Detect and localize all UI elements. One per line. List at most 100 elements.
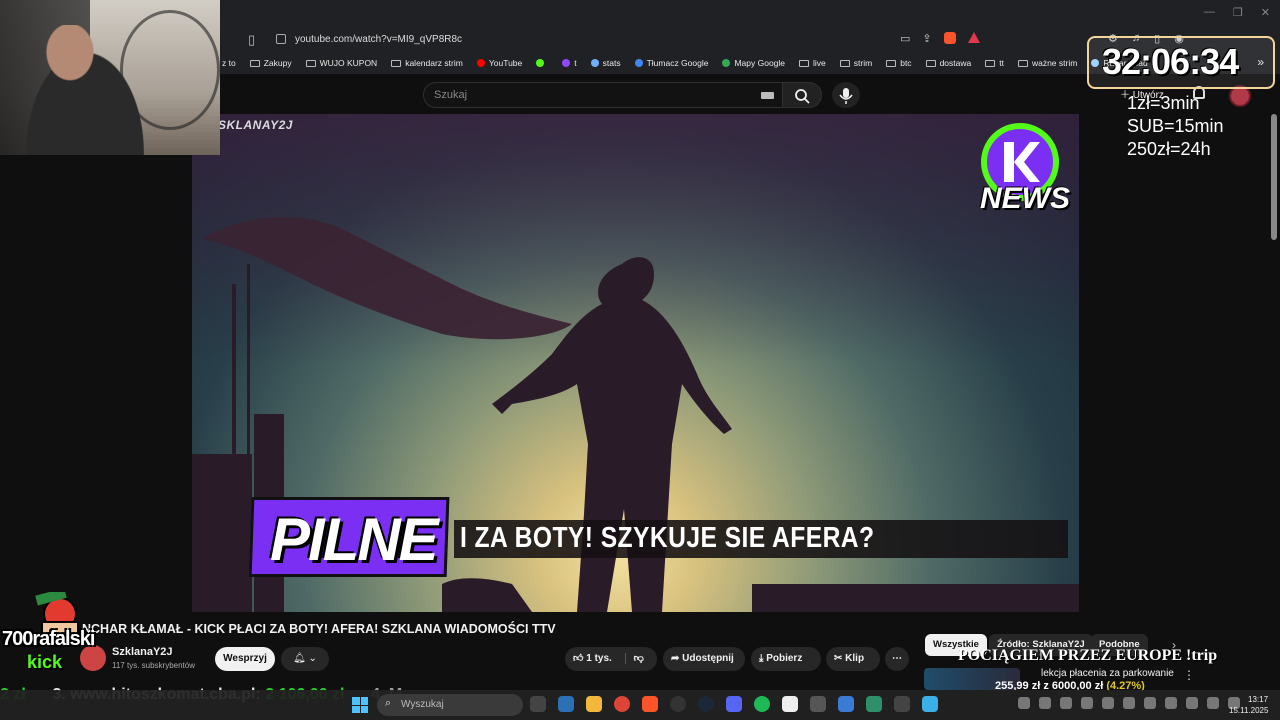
bookmark-item[interactable]: ważne strim [1017, 58, 1078, 68]
url-text[interactable]: youtube.com/watch?v=MI9_qVP8R8c [295, 34, 462, 45]
subscriber-count: 117 tys. subskrybentów [112, 661, 196, 670]
clip-button[interactable]: ✂ Klip [826, 647, 880, 671]
bookmark-item[interactable] [536, 59, 548, 67]
share-page-icon[interactable]: ⇪ [922, 32, 931, 45]
bookmark-item[interactable]: YouTube [476, 58, 523, 68]
tray-app-icon[interactable] [1144, 697, 1156, 709]
bookmark-item[interactable]: Zakupy [249, 58, 292, 68]
tray-app-icon[interactable] [1081, 697, 1093, 709]
bookmark-label: Mapy Google [734, 58, 786, 68]
bookmark-label: YouTube [488, 58, 523, 68]
thumbs-up-icon: 👍︎ [573, 653, 584, 664]
tray-app-icon[interactable] [1039, 697, 1051, 709]
tray-expand-icon[interactable] [1018, 697, 1030, 709]
task-view-icon[interactable] [530, 696, 546, 712]
app-icon[interactable] [894, 696, 910, 712]
bookmark-item[interactable]: z to [222, 58, 236, 68]
folder-icon [799, 59, 810, 67]
tray-app-icon[interactable] [1123, 697, 1135, 709]
minimize-icon[interactable]: — [1204, 6, 1215, 19]
kick-wordmark: kick [27, 652, 63, 672]
bookmark-item[interactable]: strim [839, 58, 872, 68]
folder-icon [925, 59, 936, 67]
recommended-more-icon[interactable]: ⋮ [1183, 668, 1195, 682]
rule-line: 1zł=3min [1127, 93, 1200, 113]
subscription-bell-button[interactable]: 🔔︎ ⌄ [281, 647, 329, 671]
window-controls: — ❐ ✕ [1204, 6, 1270, 19]
bookmark-item[interactable]: btc [886, 58, 912, 68]
trip-overlay-text: POCIĄGIEM PRZEZ EUROPE !trip [958, 647, 1218, 664]
bookmark-item[interactable]: kalendarz strim [391, 58, 463, 68]
share-icon: ➦ [671, 653, 680, 664]
like-button[interactable]: 👍︎ 1 tys. [565, 653, 612, 664]
voice-search-button[interactable] [832, 82, 860, 108]
webcam-overlay [0, 0, 220, 155]
app-icon[interactable] [810, 696, 826, 712]
twitch-icon [562, 59, 571, 67]
download-button[interactable]: ⤓ Pobierz [751, 647, 821, 671]
streamer-name: 700rafalski [2, 628, 95, 650]
folder-icon [985, 59, 996, 67]
support-button[interactable]: Wesprzyj [215, 647, 275, 671]
timer-rules: 1zł=3min SUB=15min 250zł=24h [1127, 92, 1224, 161]
controller-icon[interactable] [782, 696, 798, 712]
bookmark-label: live [813, 58, 826, 68]
stats-icon [590, 59, 599, 67]
channel-name[interactable]: SzklanaY2J [112, 646, 173, 658]
brave-icon[interactable] [642, 696, 658, 712]
search-input[interactable] [423, 82, 788, 108]
network-icon[interactable] [1207, 697, 1219, 709]
dislike-button[interactable]: 👎︎ [624, 653, 644, 664]
chevron-down-icon: ⌄ [308, 653, 317, 664]
bookmark-item[interactable]: dostawa [925, 58, 971, 68]
windows-start-icon[interactable] [352, 697, 368, 713]
bookmark-item[interactable]: Mapy Google [722, 58, 785, 68]
spotify-icon[interactable] [754, 696, 770, 712]
taskbar-apps [530, 696, 938, 712]
bookmark-item[interactable]: Tłumacz Google [634, 58, 708, 68]
obs-icon[interactable] [670, 696, 686, 712]
clip-label: Klip [845, 653, 865, 664]
page-scrollbar[interactable] [1271, 114, 1277, 240]
app-icon[interactable] [866, 696, 882, 712]
share-button[interactable]: ➦ Udostępnij [663, 647, 745, 671]
keyboard-icon[interactable] [761, 92, 774, 99]
cast-icon[interactable]: ▭ [900, 32, 910, 45]
bookmark-item[interactable]: tt [985, 58, 1004, 68]
brave-rewards-icon[interactable] [967, 32, 980, 43]
discord-icon[interactable] [726, 696, 742, 712]
taskbar-search-input[interactable] [377, 694, 523, 716]
bookmark-label: z to [222, 58, 236, 68]
bookmark-item[interactable]: t [562, 58, 577, 68]
chrome-icon[interactable] [614, 696, 630, 712]
download-icon: ⤓ [759, 653, 764, 664]
site-info-icon[interactable] [276, 34, 286, 44]
more-actions-button[interactable]: ⋯ [885, 647, 909, 671]
scissors-icon: ✂ [834, 653, 843, 664]
close-icon[interactable]: ✕ [1261, 6, 1270, 19]
clock-time[interactable]: 13:17 [1248, 695, 1268, 704]
tray-app-icon[interactable] [1060, 697, 1072, 709]
bookmark-item[interactable]: WUJO KUPON [305, 58, 377, 68]
bookmark-item[interactable]: stats [590, 58, 621, 68]
microphone-icon[interactable] [1186, 697, 1198, 709]
widgets-icon[interactable] [558, 696, 574, 712]
file-explorer-icon[interactable] [586, 696, 602, 712]
app-icon[interactable] [922, 696, 938, 712]
clock-date[interactable]: 15.11.2025 [1229, 706, 1268, 715]
bookmark-item[interactable]: live [799, 58, 826, 68]
tray-app-icon[interactable] [1102, 697, 1114, 709]
folder-icon [305, 59, 316, 67]
app-icon[interactable] [838, 696, 854, 712]
recommended-title[interactable]: lekcja płacenia za parkowanie [1041, 668, 1174, 679]
brave-shields-icon[interactable] [943, 32, 956, 44]
tray-app-icon[interactable] [1165, 697, 1177, 709]
bookmark-page-icon[interactable]: ▯ [248, 32, 255, 48]
restore-icon[interactable]: ❐ [1233, 6, 1243, 19]
steam-icon[interactable] [698, 696, 714, 712]
search-button[interactable] [782, 82, 822, 108]
translate-icon [634, 59, 643, 67]
bookmark-label: ważne strim [1031, 58, 1078, 68]
bookmark-label: btc [900, 58, 912, 68]
folder-icon [249, 59, 260, 67]
